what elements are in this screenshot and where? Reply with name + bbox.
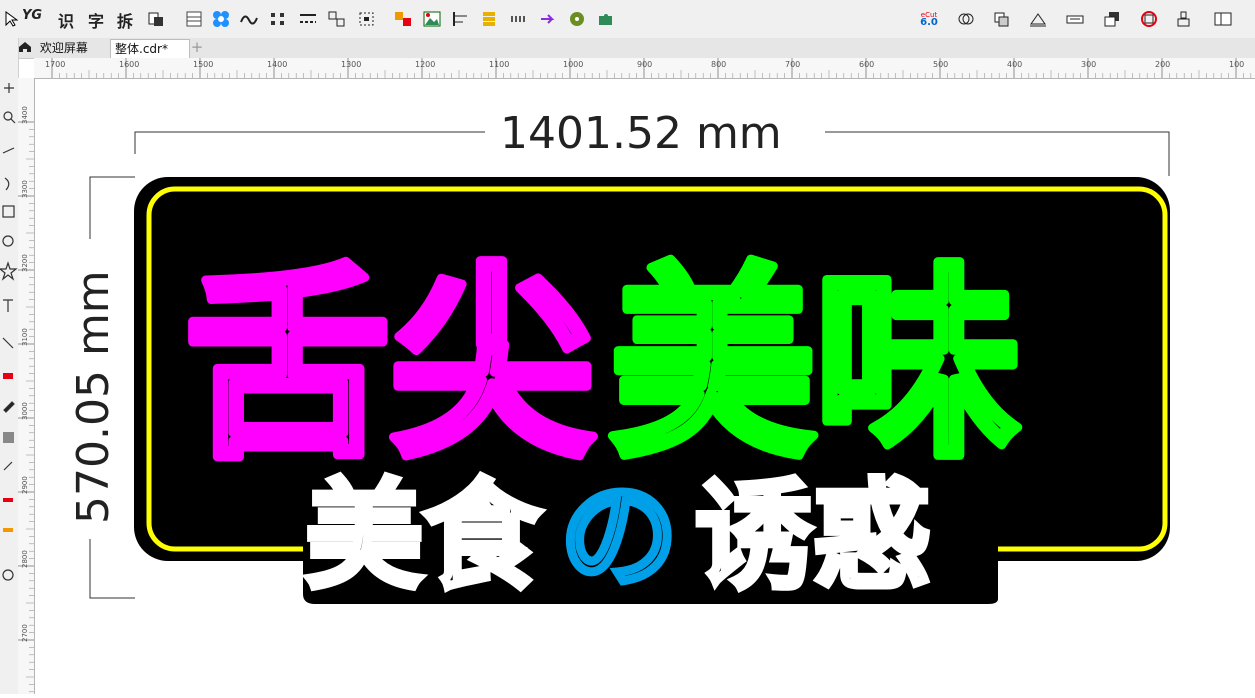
pen-tool-icon [3, 461, 13, 471]
yg-button[interactable]: YG [22, 8, 42, 23]
arrow-tool-icon[interactable] [537, 8, 559, 30]
ruler-label: 1700 [45, 60, 65, 69]
list-icon[interactable] [479, 8, 501, 30]
nodes-icon[interactable] [267, 8, 289, 30]
ruler-label: 3100 [21, 328, 29, 346]
ruler-label: 800 [711, 60, 726, 69]
boundary-icon[interactable] [1138, 8, 1160, 30]
eyedropper-tool-icon [3, 401, 15, 413]
pattern-icon[interactable] [210, 8, 232, 30]
trim-icon[interactable] [991, 8, 1013, 30]
ruler-label: 300 [1081, 60, 1096, 69]
tab-welcome-screen[interactable]: 欢迎屏幕 [18, 39, 110, 57]
ruler-label: 1500 [193, 60, 213, 69]
document-tab-bar: 欢迎屏幕 整体.cdr* + [0, 38, 1255, 59]
horizontal-ruler-ticks: 1700 1600 1500 1400 1300 1200 1100 1000 900 800 70… [45, 58, 1252, 78]
ruler-label: 2700 [21, 624, 29, 642]
artwork: 舌尖 美味 美食 の 诱惑 [89, 131, 1170, 610]
ruler-label: 1200 [415, 60, 435, 69]
text-tool-icon [3, 299, 13, 312]
ruler-label: 3200 [21, 254, 29, 272]
fill-tool-icon [3, 373, 13, 379]
ruler-label: 1600 [119, 60, 139, 69]
char-button[interactable]: 字 [88, 8, 104, 32]
toolbox [0, 38, 19, 694]
rectangle-tool-icon [2, 205, 15, 218]
top-toolbar: YG 识 字 拆 eCut 6.0 [0, 0, 1255, 39]
distribute-icon[interactable] [1174, 8, 1196, 30]
ruler-label: 2900 [21, 476, 29, 494]
ruler-label: 2800 [21, 550, 29, 568]
image-icon[interactable] [421, 8, 443, 30]
ruler-label: 3000 [21, 402, 29, 420]
ruler-label: 1300 [341, 60, 361, 69]
subtitle-white-a: 美食 [305, 467, 541, 605]
pattern-fill-icon [3, 432, 14, 443]
weld-icon[interactable] [955, 8, 977, 30]
height-dimension-label[interactable]: 570.05 mm [68, 270, 119, 524]
color-blocks-icon[interactable] [392, 8, 414, 30]
subtitle-white-b: 诱惑 [695, 467, 931, 605]
zoom-tool-icon [3, 111, 13, 121]
ruler-label: 1400 [267, 60, 287, 69]
panel-icon[interactable] [1212, 8, 1234, 30]
tab-label: 整体.cdr* [115, 42, 168, 56]
pick-tool-icon[interactable] [0, 8, 22, 30]
drawing-canvas[interactable]: 舌尖 美味 美食 の 诱惑 1401.52 mm 570.05 mm [35, 79, 1255, 694]
home-icon [18, 40, 32, 52]
vertical-ruler-ticks: 3400 3300 3200 3100 3000 2900 2800 2700 [18, 106, 34, 693]
ruler-label: 700 [785, 60, 800, 69]
ruler-label: 1100 [489, 60, 509, 69]
width-dimension-label[interactable]: 1401.52 mm [500, 108, 782, 159]
ruler-label: 1000 [563, 60, 583, 69]
subtitle-blue: の [560, 467, 678, 605]
group-icon[interactable] [326, 8, 348, 30]
copy-icon[interactable] [145, 8, 167, 30]
title-magenta: 舌尖 [185, 247, 595, 485]
ruler-label: 600 [859, 60, 874, 69]
puzzle-icon[interactable] [595, 8, 617, 30]
star-tool-icon [0, 261, 18, 281]
lines-icon[interactable] [297, 8, 319, 30]
ruler-label: 900 [637, 60, 652, 69]
title-green: 美味 [610, 247, 1020, 485]
select-icon[interactable] [356, 8, 378, 30]
toolbox-icons [0, 83, 18, 581]
grid-dots-icon[interactable] [508, 8, 530, 30]
ruler-label: 3400 [21, 106, 29, 124]
align-icon[interactable] [450, 8, 472, 30]
dimension-tool-icon [2, 337, 14, 349]
fill-color-icon [3, 528, 13, 532]
ecut-version: 6.0 [920, 17, 938, 28]
horizontal-ruler[interactable]: 1700 1600 1500 1400 1300 1200 1100 1000 900 800 70… [34, 58, 1255, 79]
outline-color-icon [3, 498, 13, 502]
ruler-label: 3300 [21, 180, 29, 198]
tab-label: 欢迎屏幕 [39, 41, 88, 55]
move-tool-icon [4, 83, 14, 93]
table-icon[interactable] [183, 8, 205, 30]
ellipse-tool-icon [2, 235, 14, 247]
wave-icon[interactable] [238, 8, 260, 30]
freehand-tool-icon [2, 147, 15, 154]
intersect-icon[interactable] [1027, 8, 1049, 30]
ecut-badge[interactable]: eCut 6.0 [918, 8, 940, 30]
simplify-icon[interactable] [1064, 8, 1086, 30]
tab-document[interactable]: 整体.cdr* [110, 39, 190, 58]
vertical-ruler[interactable]: 3400 3300 3200 3100 3000 2900 2800 2700 [18, 78, 35, 694]
disc-icon[interactable] [566, 8, 588, 30]
split-button[interactable]: 拆 [117, 8, 133, 32]
new-tab-button[interactable]: + [188, 39, 206, 57]
ruler-label: 200 [1155, 60, 1170, 69]
front-minus-back-icon[interactable] [1101, 8, 1123, 30]
ruler-label: 500 [933, 60, 948, 69]
ruler-label: 100 [1229, 60, 1244, 69]
curve-tool-icon [4, 177, 10, 191]
plus-icon: + [190, 38, 204, 56]
add-tool-icon [2, 569, 14, 581]
recognize-button[interactable]: 识 [58, 8, 74, 32]
ruler-label: 400 [1007, 60, 1022, 69]
